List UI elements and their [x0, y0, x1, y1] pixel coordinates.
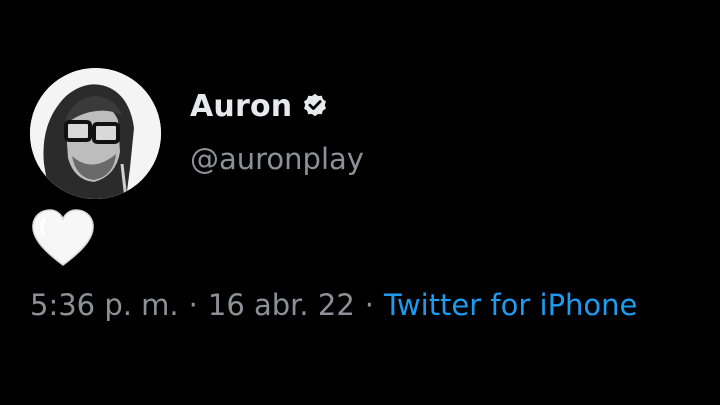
meta-separator: ·	[364, 288, 374, 322]
avatar[interactable]	[30, 68, 161, 199]
avatar-image	[30, 68, 161, 199]
white-heart-icon	[32, 209, 94, 266]
tweet-meta: 5:36 p. m. · 16 abr. 22 · Twitter for iP…	[30, 283, 637, 327]
author-handle[interactable]: @auronplay	[190, 142, 364, 176]
tweet-card: Auron @auronplay 5:36 p. m. · 16 abr. 22…	[0, 0, 720, 405]
tweet-time[interactable]: 5:36 p. m.	[30, 288, 179, 322]
tweet-date[interactable]: 16 abr. 22	[208, 288, 355, 322]
author-name-row: Auron	[190, 84, 329, 128]
verified-badge-icon	[301, 92, 329, 120]
tweet-source-link[interactable]: Twitter for iPhone	[384, 288, 637, 322]
display-name[interactable]: Auron	[190, 89, 292, 124]
tweet-text	[30, 208, 96, 268]
meta-separator: ·	[188, 288, 198, 322]
